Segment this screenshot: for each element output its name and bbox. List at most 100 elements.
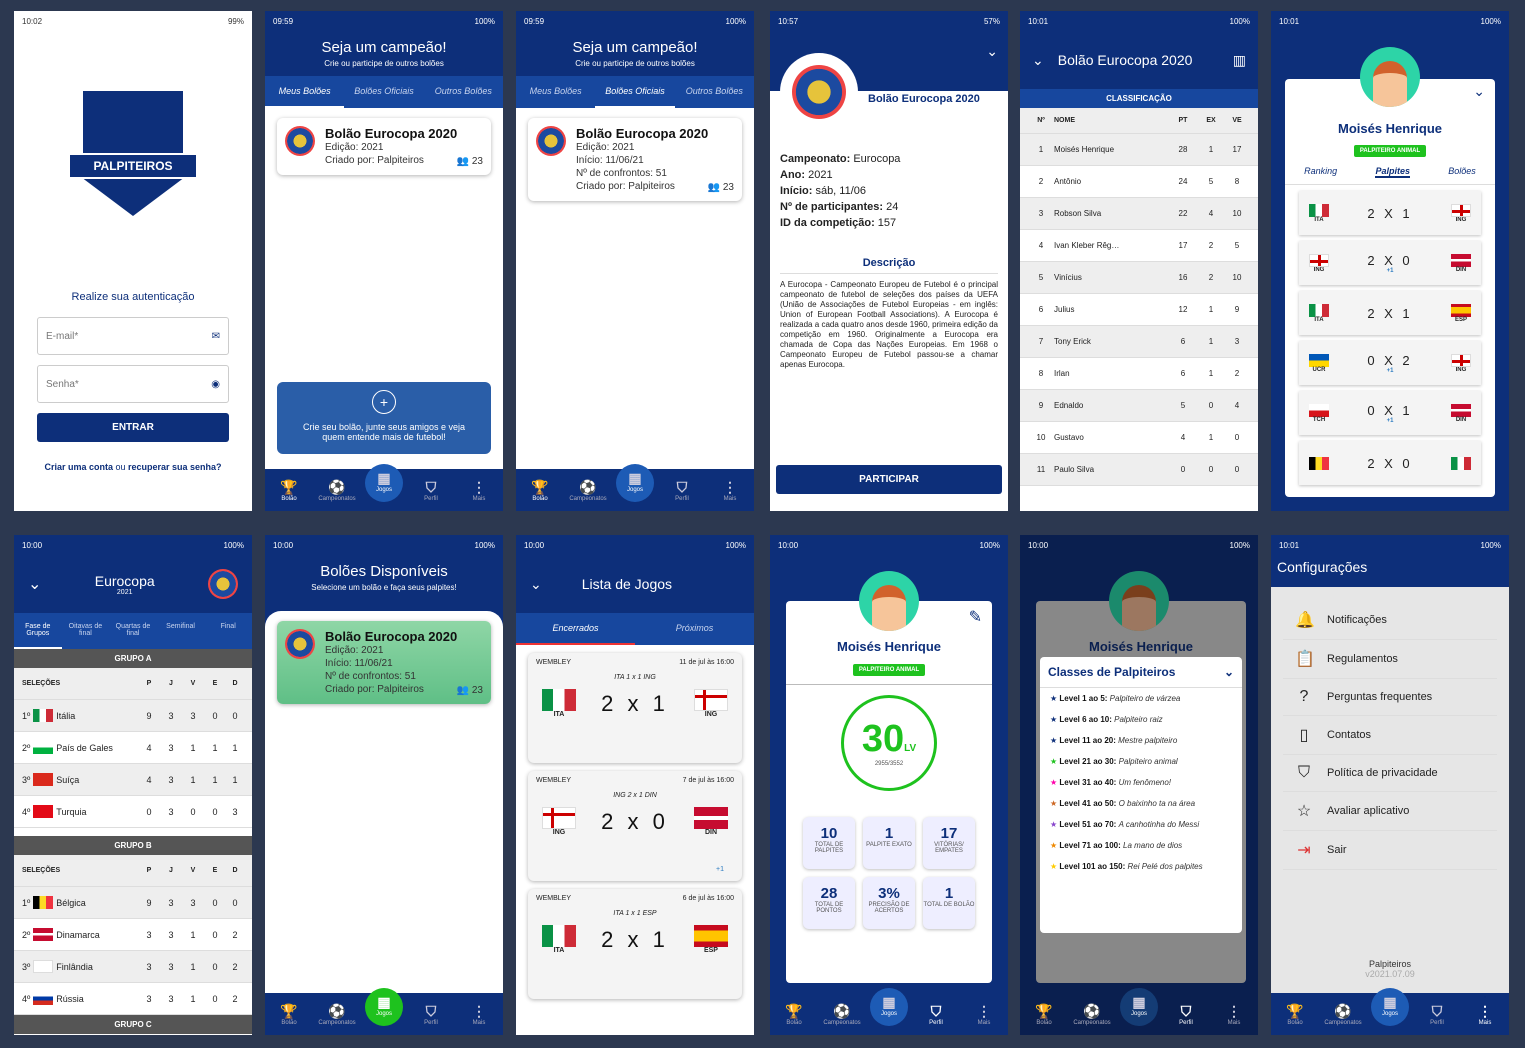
nav-jogos[interactable]: ▦ Jogos [1120,988,1158,1026]
settings-item[interactable]: ▯ Contatos [1283,716,1497,755]
nav-bolao[interactable]: 🏆 Bolão [269,1003,309,1026]
nav-mais[interactable]: ⋮ Mais [1214,1003,1254,1026]
nav-perfil[interactable]: ⛉ Perfil [411,479,451,502]
team-row[interactable]: 2º Dinamarca 3 3 1 0 2 [14,919,252,951]
ranking-row[interactable]: 8 Irlan 6 1 2 [1020,358,1258,390]
nav-bolao[interactable]: 🏆 Bolão [269,479,309,502]
ranking-row[interactable]: 4 Ivan Kleber Rêg… 17 2 5 [1020,230,1258,262]
nav-campeonatos[interactable]: ⚽ Campeonatos [1323,1003,1363,1026]
nav-perfil[interactable]: ⛉ Perfil [1166,1003,1206,1026]
match-card[interactable]: WEMBLEY 6 de jul às 16:00 ITA 1 x 1 ESP ITA… [528,889,742,999]
ranking-row[interactable]: 2 Antônio 24 5 8 [1020,166,1258,198]
login-button[interactable]: ENTRAR [37,413,229,442]
nav-perfil[interactable]: ⛉ Perfil [662,479,702,502]
tab-palpites[interactable]: Palpites [1375,166,1410,178]
settings-item[interactable]: ⇥ Sair [1283,831,1497,870]
settings-item[interactable]: ? Perguntas frequentes [1283,679,1497,716]
pick-row[interactable]: ITA 2 X 1 ING [1299,191,1481,235]
nav-perfil[interactable]: ⛉ Perfil [916,1003,956,1026]
ranking-row[interactable]: 7 Tony Erick 6 1 3 [1020,326,1258,358]
edit-user-icon[interactable]: ✎ [969,607,982,627]
nav-perfil[interactable]: ⛉ Perfil [1417,1003,1457,1026]
tab-official-pools[interactable]: Bolões Oficiais [344,76,423,108]
stage-tab[interactable]: Semifinal [157,613,205,649]
ranking-row[interactable]: 1 Moisés Henrique 28 1 17 [1020,134,1258,166]
team-row[interactable]: 3º Finlândia 3 3 1 0 2 [14,951,252,983]
ranking-row[interactable]: 6 Julius 12 1 9 [1020,294,1258,326]
email-input[interactable]: E-mail* ✉ [37,317,229,355]
chevron-down-icon[interactable]: ⌄ [530,576,542,593]
settings-item[interactable]: 🔔 Notificações [1283,601,1497,640]
tab-my-pools[interactable]: Meus Bolões [516,76,595,108]
ranking-row[interactable]: 5 Vinícius 16 2 10 [1020,262,1258,294]
pick-row[interactable]: TCH 0 X 1 +1 DIN [1299,391,1481,435]
team-row[interactable]: 4º Rússia 3 3 1 0 2 [14,983,252,1015]
team-row[interactable]: 1º Bélgica 9 3 3 0 0 [14,887,252,919]
tab-my-pools[interactable]: Meus Bolões [265,76,345,108]
ranking-row[interactable]: 10 Gustavo 4 1 0 [1020,422,1258,454]
nav-bolao[interactable]: 🏆 Bolão [520,479,560,502]
tab-ranking[interactable]: Ranking [1304,166,1337,178]
pick-row[interactable]: 2 X 0 [1299,441,1481,485]
nav-mais[interactable]: ⋮ Mais [964,1003,1004,1026]
nav-jogos[interactable]: ▦ Jogos [365,464,403,502]
nav-jogos[interactable]: ▦ Jogos [365,988,403,1026]
settings-item[interactable]: ☆ Avaliar aplicativo [1283,792,1497,831]
tab-official-pools[interactable]: Bolões Oficiais [595,76,675,108]
pool-card[interactable]: Bolão Eurocopa 2020 Edição: 2021 Início: 1… [528,118,742,201]
pool-card[interactable]: Bolão Eurocopa 2020 Edição: 2021 Início: 1… [277,621,491,704]
pool-card[interactable]: Bolão Eurocopa 2020 Edição: 2021 Criado po… [277,118,491,175]
nav-bolao[interactable]: 🏆 Bolão [1275,1003,1315,1026]
settings-item[interactable]: ⛉ Política de privacidade [1283,755,1497,792]
nav-campeonatos[interactable]: ⚽ Campeonatos [317,1003,357,1026]
team-row[interactable]: 4º Turquia 0 3 0 0 3 [14,796,252,828]
nav-jogos[interactable]: ▦ Jogos [1371,988,1409,1026]
pick-row[interactable]: UCR 0 X 2 +1 ING [1299,341,1481,385]
pick-row[interactable]: ITA 2 X 1 ESP [1299,291,1481,335]
nav-mais[interactable]: ⋮ Mais [459,1003,499,1026]
create-account-link[interactable]: Criar uma conta [44,462,113,472]
team-row[interactable]: 1º Itália 9 3 3 0 0 [14,700,252,732]
join-button[interactable]: PARTICIPAR [776,465,1002,494]
stage-tab[interactable]: Final [204,613,252,649]
nav-jogos[interactable]: ▦ Jogos [616,464,654,502]
chevron-down-icon[interactable]: ⌄ [1473,83,1485,100]
ranking-row[interactable]: 3 Robson Silva 22 4 10 [1020,198,1258,230]
tab-other-pools[interactable]: Outros Bolões [424,76,503,108]
password-input[interactable]: Senha* ◉ [37,365,229,403]
tab-upcoming[interactable]: Próximos [635,613,754,645]
nav-campeonatos[interactable]: ⚽ Campeonatos [822,1003,862,1026]
match-card[interactable]: WEMBLEY 11 de jul às 16:00 ITA 1 x 1 ING IT… [528,653,742,763]
nav-campeonatos[interactable]: ⚽ Campeonatos [1072,1003,1112,1026]
stage-tab[interactable]: Fase de Grupos [14,613,62,649]
nav-mais[interactable]: ⋮ Mais [1465,1003,1505,1026]
chevron-down-icon[interactable]: ⌄ [1224,665,1234,679]
chevron-down-icon[interactable]: ⌄ [28,574,41,594]
nav-campeonatos[interactable]: ⚽ Campeonatos [317,479,357,502]
tab-finished[interactable]: Encerrados [516,613,635,645]
nav-perfil[interactable]: ⛉ Perfil [411,1003,451,1026]
team-row[interactable]: 3º Suíça 4 3 1 1 1 [14,764,252,796]
nav-bolao[interactable]: 🏆 Bolão [774,1003,814,1026]
tab-boloes[interactable]: Bolões [1448,166,1476,178]
nav-bolao[interactable]: 🏆 Bolão [1024,1003,1064,1026]
nav-mais[interactable]: ⋮ Mais [459,479,499,502]
chevron-down-icon[interactable]: ⌄ [1032,52,1044,69]
create-pool-card[interactable]: + Crie seu bolão, junte seus amigos e vej… [277,382,491,454]
nav-jogos[interactable]: ▦ Jogos [870,988,908,1026]
tab-other-pools[interactable]: Outros Bolões [675,76,754,108]
chevron-down-icon[interactable]: ⌄ [986,43,998,60]
pick-row[interactable]: ING 2 X 0 +1 DIN [1299,241,1481,285]
team-row[interactable]: 2º País de Gales 4 3 1 1 1 [14,732,252,764]
nav-mais[interactable]: ⋮ Mais [710,479,750,502]
ranking-row[interactable]: 9 Ednaldo 5 0 4 [1020,390,1258,422]
ranking-row[interactable]: 11 Paulo Silva 0 0 0 [1020,454,1258,486]
eye-icon[interactable]: ◉ [211,379,220,390]
nav-campeonatos[interactable]: ⚽ Campeonatos [568,479,608,502]
stage-tab[interactable]: Quartas de final [109,613,157,649]
chart-icon[interactable]: ▥ [1233,52,1246,69]
stage-tab[interactable]: Oitavas de final [62,613,110,649]
settings-item[interactable]: 📋 Regulamentos [1283,640,1497,679]
match-card[interactable]: WEMBLEY 7 de jul às 16:00 ING 2 x 1 DIN ING… [528,771,742,881]
recover-password-link[interactable]: recuperar sua senha? [128,462,222,472]
